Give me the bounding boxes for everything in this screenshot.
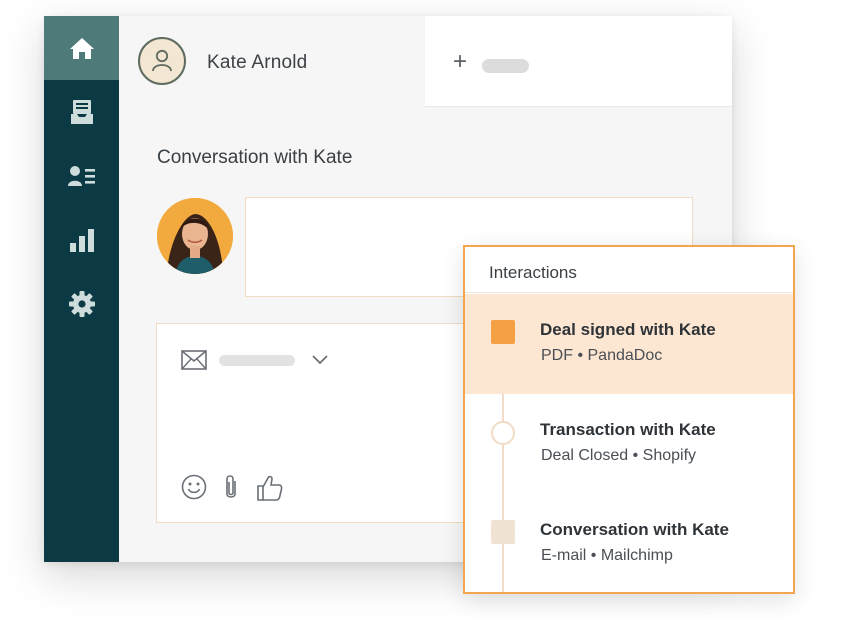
contacts-icon bbox=[67, 166, 95, 186]
conversation-title: Conversation with Kate bbox=[157, 147, 353, 168]
sidebar-item-inbox[interactable] bbox=[44, 80, 119, 144]
user-icon bbox=[152, 49, 172, 72]
interaction-subtitle: E-mail • Mailchimp bbox=[541, 547, 673, 564]
settings-icon bbox=[68, 291, 95, 317]
interaction-item[interactable]: Transaction with Kate Deal Closed • Shop… bbox=[465, 394, 793, 494]
tab-bar: + bbox=[425, 16, 732, 107]
thumbs-up-icon[interactable] bbox=[256, 474, 284, 502]
interaction-title: Deal signed with Kate bbox=[540, 320, 716, 339]
sidebar-item-reports[interactable] bbox=[44, 208, 119, 272]
kate-avatar-photo bbox=[157, 198, 233, 274]
interaction-title: Conversation with Kate bbox=[540, 520, 729, 539]
add-tab-button[interactable]: + bbox=[449, 50, 471, 74]
interactions-panel: Interactions Deal signed with Kate PDF •… bbox=[463, 245, 795, 594]
reports-icon bbox=[69, 229, 94, 252]
sidebar-item-contacts[interactable] bbox=[44, 144, 119, 208]
interaction-item[interactable]: Conversation with Kate E-mail • Mailchim… bbox=[465, 494, 793, 592]
tab-placeholder[interactable] bbox=[482, 59, 529, 73]
email-marker-icon bbox=[491, 520, 515, 544]
document-marker-icon bbox=[491, 320, 515, 344]
attachment-icon[interactable] bbox=[221, 474, 241, 502]
home-icon bbox=[69, 38, 94, 59]
interaction-subtitle: Deal Closed • Shopify bbox=[541, 447, 697, 464]
portrait-image bbox=[157, 198, 233, 274]
sidebar-item-settings[interactable] bbox=[44, 272, 119, 336]
transaction-marker-icon bbox=[491, 421, 515, 445]
sidebar bbox=[44, 16, 119, 562]
interaction-title: Transaction with Kate bbox=[540, 420, 716, 439]
interaction-subtitle: PDF • PandaDoc bbox=[541, 347, 663, 364]
inbox-icon bbox=[70, 100, 93, 124]
contact-avatar[interactable] bbox=[138, 37, 186, 85]
contact-header: Kate Arnold bbox=[119, 16, 425, 108]
sidebar-item-home[interactable] bbox=[44, 16, 119, 80]
interaction-item[interactable]: Deal signed with Kate PDF • PandaDoc bbox=[465, 294, 793, 394]
contact-name: Kate Arnold bbox=[207, 52, 308, 73]
interactions-title: Interactions bbox=[489, 263, 577, 282]
chevron-down-icon[interactable] bbox=[311, 354, 329, 366]
divider bbox=[465, 292, 793, 293]
channel-selector[interactable] bbox=[219, 355, 295, 366]
mail-icon[interactable] bbox=[181, 350, 207, 370]
emoji-icon[interactable] bbox=[181, 474, 207, 500]
